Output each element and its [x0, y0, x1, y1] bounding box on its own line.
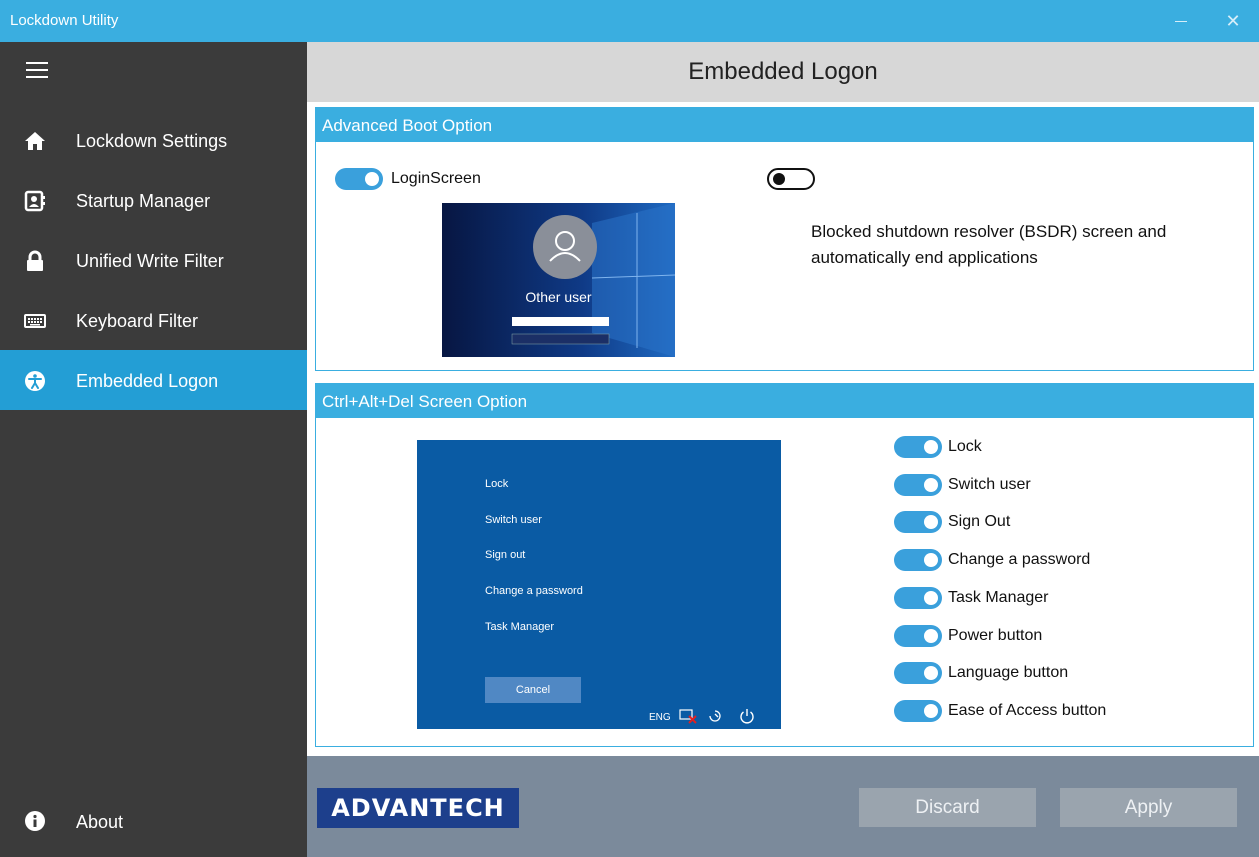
home-icon	[25, 132, 45, 150]
sidebar-item-label: Lockdown Settings	[76, 131, 228, 151]
bsdr-toggle[interactable]	[767, 168, 815, 190]
keyboard-icon	[24, 314, 46, 328]
cad-preview-item: Sign out	[485, 549, 526, 561]
sidebar-item-label: Keyboard Filter	[76, 311, 199, 331]
cad-screen-preview: Lock Switch user Sign out Change a passw…	[417, 440, 781, 729]
sidebar-item-keyboard-filter[interactable]: Keyboard Filter	[0, 290, 307, 350]
contact-card-icon	[24, 190, 45, 212]
sidebar-item-lockdown-settings[interactable]: Lockdown Settings	[0, 110, 307, 170]
lock-toggle[interactable]	[894, 436, 942, 458]
lock-label: Lock	[948, 438, 982, 455]
lock-icon	[27, 250, 43, 271]
apply-button[interactable]: Apply	[1060, 788, 1237, 827]
language-button-label: Language button	[948, 664, 1069, 681]
power-button-label: Power button	[948, 627, 1043, 644]
ease-of-access-toggle[interactable]	[894, 700, 942, 722]
cad-preview-item: Task Manager	[485, 621, 555, 633]
task-manager-label: Task Manager	[948, 589, 1049, 606]
login-screen-label: LoginScreen	[391, 170, 481, 187]
close-button[interactable]: ✕	[1222, 10, 1244, 32]
cad-preview-lang: ENG	[649, 712, 671, 723]
bsdr-description: Blocked shutdown resolver (BSDR) screen …	[811, 222, 1167, 267]
hamburger-menu-icon[interactable]	[26, 62, 48, 80]
login-screen-preview: Other user	[442, 203, 675, 357]
window-title: Lockdown Utility	[10, 12, 119, 29]
ease-of-access-label: Ease of Access button	[948, 702, 1107, 719]
sidebar-item-unified-write-filter[interactable]: Unified Write Filter	[0, 230, 307, 290]
sidebar: Lockdown Settings Startup Manager Unifie…	[0, 42, 307, 857]
sidebar-item-label: Unified Write Filter	[76, 251, 224, 271]
title-bar: Lockdown Utility ✕	[0, 0, 1259, 42]
power-button-toggle[interactable]	[894, 625, 942, 647]
sidebar-item-embedded-logon[interactable]: Embedded Logon	[0, 350, 307, 410]
accessibility-icon	[25, 371, 45, 391]
switch-user-toggle[interactable]	[894, 474, 942, 496]
task-manager-toggle[interactable]	[894, 587, 942, 609]
advantech-logo: ADVANTECH	[317, 788, 519, 828]
change-password-label: Change a password	[948, 551, 1091, 568]
panel-title: Advanced Boot Option	[316, 108, 1253, 142]
cad-preview-item: Lock	[485, 478, 509, 490]
sidebar-item-label: Embedded Logon	[76, 371, 219, 391]
sign-out-toggle[interactable]	[894, 511, 942, 533]
sidebar-item-label: About	[76, 812, 124, 832]
login-screen-toggle[interactable]	[335, 168, 383, 190]
panel-title: Ctrl+Alt+Del Screen Option	[316, 384, 1253, 418]
login-preview-user: Other user	[525, 289, 592, 305]
cad-preview-item: Change a password	[485, 585, 583, 597]
switch-user-label: Switch user	[948, 476, 1031, 493]
ease-of-access-icon	[709, 710, 721, 722]
sidebar-item-startup-manager[interactable]: Startup Manager	[0, 170, 307, 230]
info-icon	[25, 811, 45, 831]
power-icon	[740, 709, 754, 724]
minimize-button[interactable]	[1170, 5, 1192, 35]
change-password-toggle[interactable]	[894, 549, 942, 571]
cad-preview-item: Switch user	[485, 514, 542, 526]
network-icon	[679, 709, 697, 724]
login-preview-graphic	[442, 203, 675, 357]
sidebar-item-label: Startup Manager	[76, 191, 211, 211]
discard-button[interactable]: Discard	[859, 788, 1036, 827]
cad-preview-cancel: Cancel	[485, 677, 581, 703]
sign-out-label: Sign Out	[948, 513, 1011, 530]
page-title: Embedded Logon	[688, 58, 878, 85]
language-button-toggle[interactable]	[894, 662, 942, 684]
sidebar-item-about[interactable]: About	[0, 800, 307, 846]
page-header: Embedded Logon	[307, 42, 1259, 102]
